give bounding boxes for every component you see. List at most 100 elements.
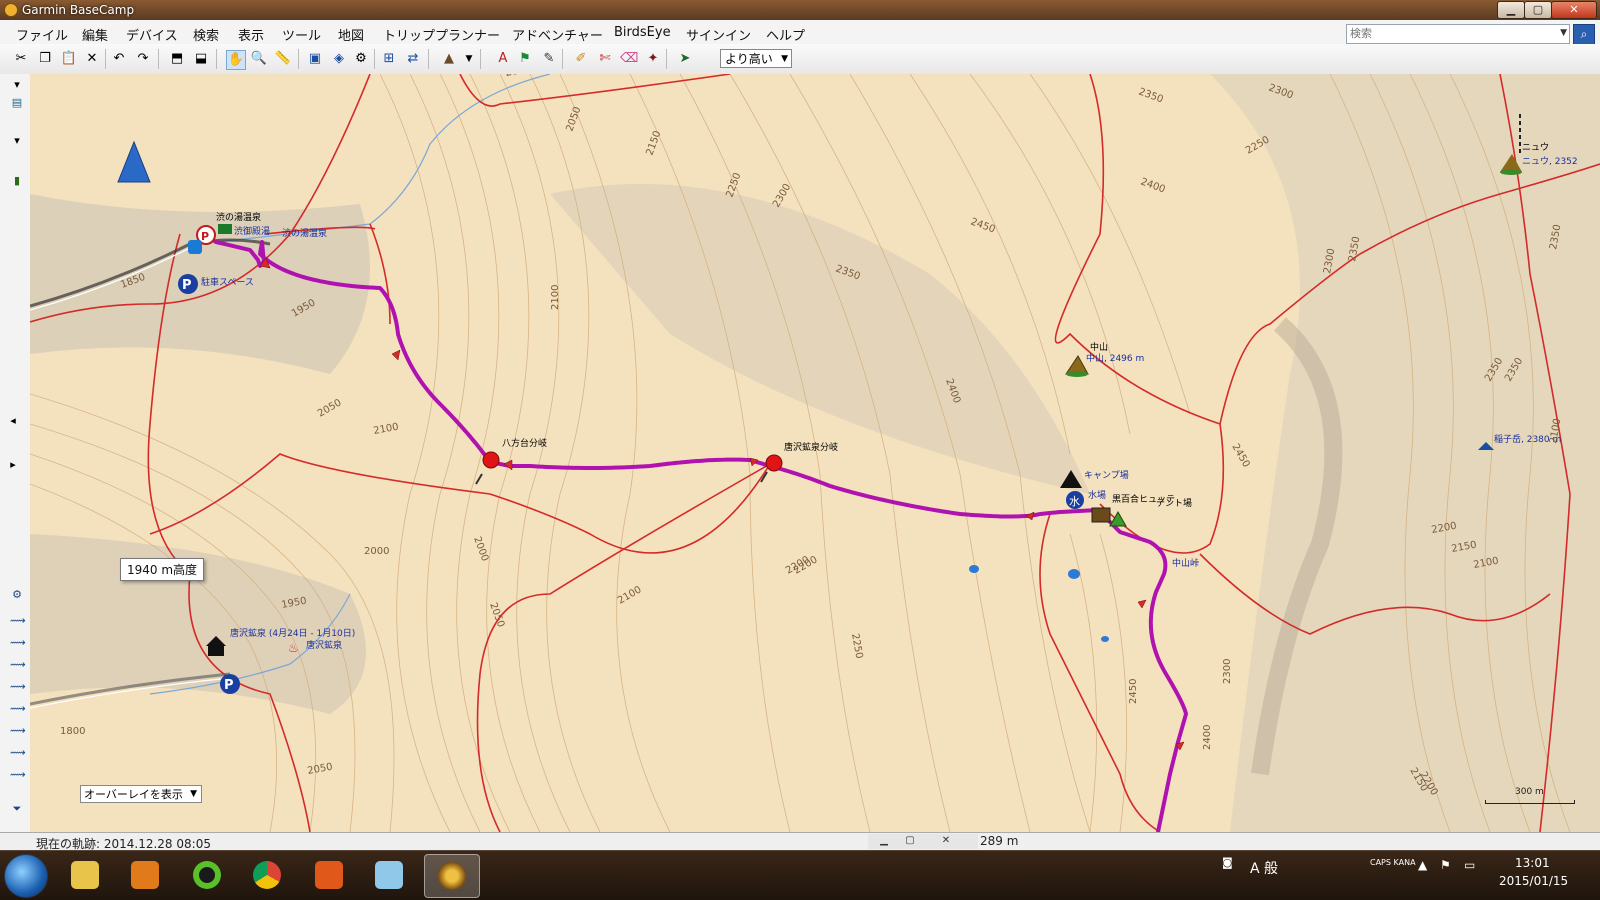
flag-icon[interactable]: ⚑ <box>1440 858 1451 872</box>
menu-file[interactable]: ファイル <box>16 25 68 44</box>
erase-icon[interactable]: ⌫ <box>620 50 638 68</box>
toolbar-separator <box>562 49 563 69</box>
delete-icon[interactable]: ✕ <box>83 50 101 68</box>
track-list-icon[interactable]: ⟿ <box>10 724 26 738</box>
select-icon[interactable]: ✦ <box>644 50 662 68</box>
new-route-icon[interactable]: ⚑ <box>516 50 534 68</box>
overlay-select[interactable]: オーバーレイを表示 ▼ <box>80 785 202 803</box>
basecamp-app-icon[interactable] <box>4 3 18 17</box>
copy-icon[interactable]: ❐ <box>36 50 54 68</box>
filter-icon[interactable]: ⚙ <box>352 50 370 68</box>
topo-map[interactable]: 八方台分岐 唐沢鉱泉分岐 P 渋の湯温泉 渋御殿湯 渋の湯温泉 P 駐車スペース… <box>30 74 1600 832</box>
journal-icon <box>375 861 403 889</box>
divide-track-icon[interactable]: ✄ <box>596 50 614 68</box>
send-to-device-icon[interactable]: ⬓ <box>192 50 210 68</box>
menu-view[interactable]: 表示 <box>238 25 264 44</box>
search-box[interactable]: ▼ <box>1346 24 1570 44</box>
taskbar-app-garmin-express[interactable] <box>180 854 234 896</box>
title-bar[interactable]: Garmin BaseCamp ▁ ▢ ✕ <box>0 0 1600 20</box>
track-pane-controls: ▁ ▢ ✕ <box>868 834 978 849</box>
menu-help[interactable]: ヘルプ <box>766 25 805 44</box>
minimize-button[interactable]: ▁ <box>1497 1 1525 19</box>
toolbar-separator <box>480 49 481 69</box>
clock-date[interactable]: 2015/01/15 <box>1499 874 1568 888</box>
library-panel-collapsed[interactable]: ▾ ▤ ▾ ▮ ◂ ▸ ⚙ ⟿ ⟿ ⟿ ⟿ ⟿ ⟿ ⟿ ⟿ ⏷ <box>0 74 31 832</box>
track-list-icon[interactable]: ⟿ <box>10 658 26 672</box>
menu-tools[interactable]: ツール <box>282 25 321 44</box>
menu-trip-planner[interactable]: トリッププランナー <box>383 25 500 44</box>
panel-collapse-icon[interactable]: ◂ <box>6 414 20 428</box>
edit-track-icon[interactable]: ✐ <box>572 50 590 68</box>
filter-funnel-icon[interactable]: ⏷ <box>10 802 24 816</box>
device-icon[interactable]: ▤ <box>10 96 24 110</box>
map-3d-icon[interactable]: ◈ <box>330 50 348 68</box>
track-list-icon[interactable]: ⟿ <box>10 636 26 650</box>
search-input[interactable] <box>1350 26 1540 41</box>
menu-birdseye[interactable]: BirdsEye <box>614 25 671 40</box>
office-icon <box>315 861 343 889</box>
collection-icon[interactable]: ▮ <box>10 174 24 188</box>
pane-minimize-button[interactable]: ▁ <box>872 834 896 848</box>
pane-restore-button[interactable]: ▢ <box>898 834 922 848</box>
redo-icon[interactable]: ↷ <box>134 50 152 68</box>
map-2d-icon[interactable]: ▣ <box>306 50 324 68</box>
menu-sign-in[interactable]: サインイン <box>686 25 751 44</box>
map-canvas[interactable]: 八方台分岐 唐沢鉱泉分岐 P 渋の湯温泉 渋御殿湯 渋の湯温泉 P 駐車スペース… <box>30 74 1600 832</box>
poi-label: キャンプ場 <box>1084 469 1129 481</box>
track-list-icon[interactable]: ⟿ <box>10 746 26 760</box>
track-list-icon[interactable]: ⟿ <box>10 680 26 694</box>
system-tray-icons[interactable]: ◙ <box>1222 856 1233 869</box>
ime-indicator[interactable]: A 般 <box>1250 858 1278 878</box>
menu-adventure[interactable]: アドベンチャー <box>512 25 603 44</box>
sync-icon[interactable]: ⇄ <box>404 50 422 68</box>
fit-map-icon[interactable]: ⊞ <box>380 50 398 68</box>
tree-expand-icon[interactable]: ▾ <box>10 78 24 92</box>
chrome-icon <box>253 861 281 889</box>
receive-from-device-icon[interactable]: ⬒ <box>168 50 186 68</box>
detail-level-select[interactable]: より高い ▼ <box>720 49 792 68</box>
cut-icon[interactable]: ✂ <box>12 50 30 68</box>
network-icon[interactable]: ▭ <box>1464 858 1475 872</box>
chevron-down-icon: ▼ <box>781 54 788 64</box>
contour-label: 2000 <box>364 546 389 557</box>
direction-icon[interactable]: ➤ <box>676 50 694 68</box>
menu-map[interactable]: 地図 <box>338 25 364 44</box>
zoom-tool-icon[interactable]: 🔍 <box>250 50 268 68</box>
settings-gear-icon[interactable]: ⚙ <box>10 588 24 602</box>
caps-indicator: CAPS KANA <box>1370 858 1416 867</box>
new-track-icon[interactable]: ✎ <box>540 50 558 68</box>
clock-time[interactable]: 13:01 <box>1515 856 1550 870</box>
taskbar-app-explorer[interactable] <box>58 854 112 896</box>
paste-icon[interactable]: 📋 <box>60 50 78 68</box>
taskbar-app-basecamp[interactable] <box>424 854 480 898</box>
track-list-icon[interactable]: ⟿ <box>10 768 26 782</box>
hand-tool-icon[interactable]: ✋ <box>226 50 246 70</box>
measure-tool-icon[interactable]: 📏 <box>274 50 292 68</box>
terrain-dropdown-icon[interactable]: ▼ <box>460 50 478 68</box>
track-list-icon[interactable]: ⟿ <box>10 614 26 628</box>
panel-expand-icon[interactable]: ▸ <box>6 458 20 472</box>
pane-close-button[interactable]: ✕ <box>934 834 958 848</box>
show-hidden-icons-icon[interactable]: ▲ <box>1418 858 1427 872</box>
terrain-icon[interactable]: ▲ <box>440 50 458 68</box>
track-list-icon[interactable]: ⟿ <box>10 702 26 716</box>
maximize-button[interactable]: ▢ <box>1524 1 1552 19</box>
svg-text:P: P <box>224 678 234 693</box>
search-icon[interactable]: ⌕ <box>1573 24 1595 46</box>
close-button[interactable]: ✕ <box>1551 1 1597 19</box>
undo-icon[interactable]: ↶ <box>110 50 128 68</box>
new-waypoint-icon[interactable]: A <box>494 50 512 68</box>
menu-device[interactable]: デバイス <box>126 25 178 44</box>
taskbar-app-office[interactable] <box>302 854 356 896</box>
search-dropdown-icon[interactable]: ▼ <box>1560 28 1567 38</box>
taskbar-app-chrome[interactable] <box>240 854 294 896</box>
start-button[interactable] <box>4 854 48 898</box>
menu-search[interactable]: 検索 <box>193 25 219 44</box>
taskbar-app-media-player[interactable] <box>118 854 172 896</box>
poi-label: 渋御殿湯 <box>234 225 270 237</box>
svg-text:P: P <box>201 230 209 243</box>
taskbar-app-windows-journal[interactable] <box>362 854 416 896</box>
basecamp-icon <box>438 862 466 890</box>
tree-expand-icon[interactable]: ▾ <box>10 134 24 148</box>
menu-edit[interactable]: 編集 <box>82 25 108 44</box>
